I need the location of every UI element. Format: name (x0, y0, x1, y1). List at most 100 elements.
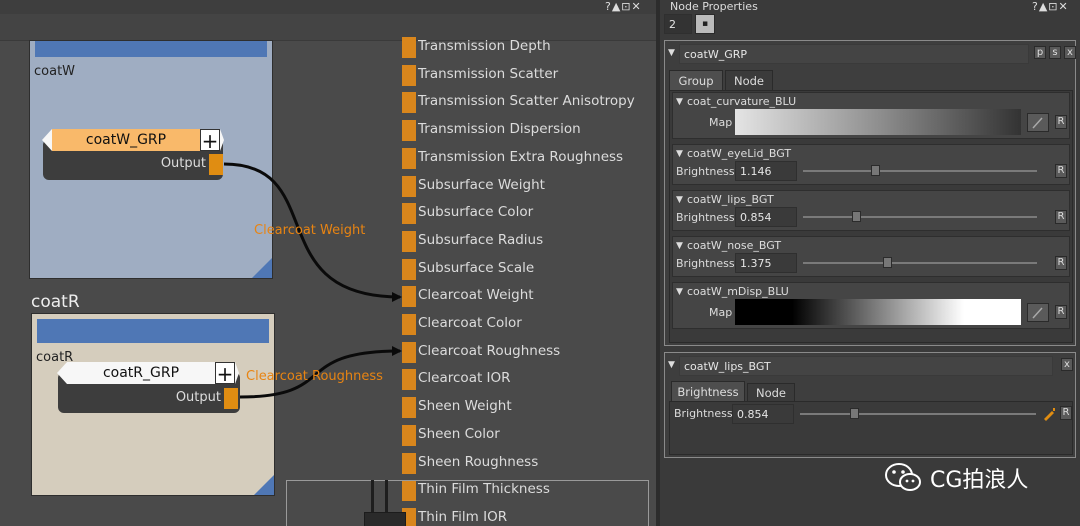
ramp-preview[interactable] (735, 299, 1021, 325)
param-label: Clearcoat Color (418, 315, 522, 331)
param-label: Subsurface Color (418, 204, 534, 221)
section-title: coatW_nose_BGT (687, 239, 782, 252)
max-panels-field[interactable]: 2 (664, 14, 692, 34)
param-label: Subsurface Weight (418, 176, 545, 193)
param-label: Clearcoat Weight (418, 287, 534, 304)
clear-panels-icon[interactable]: ▪ (695, 14, 715, 34)
input-port[interactable] (402, 258, 416, 280)
lips-panel: ▼ coatW_lips_BGT x Brightness Node Brigh… (664, 352, 1076, 458)
collapse-icon[interactable]: ▼ (676, 149, 683, 159)
input-port[interactable] (402, 369, 416, 391)
input-port[interactable] (402, 286, 416, 308)
section-title: coatW_lips_BGT (687, 193, 774, 206)
input-port[interactable] (402, 64, 416, 86)
param-label: Sheen Color (418, 425, 500, 442)
input-port[interactable] (402, 37, 416, 58)
panel-window-icons[interactable]: ?▲⊡✕ (1032, 0, 1069, 13)
connection-label-weight: Clearcoat Weight (254, 223, 366, 238)
tab-brightness[interactable]: Brightness (671, 381, 745, 401)
brightness-field[interactable]: 1.146 (735, 161, 797, 181)
group-name-field[interactable]: coatW_GRP (679, 44, 1029, 64)
collapse-icon[interactable]: ▼ (676, 97, 683, 107)
pin-button[interactable]: p (1034, 46, 1046, 59)
param-label: Transmission Extra Roughness (418, 148, 624, 165)
brightness-slider[interactable] (803, 170, 1037, 172)
node-properties-panel: Node Properties ?▲⊡✕ 2 ▪ ▼ coatW_GRP p s… (656, 0, 1080, 526)
wechat-icon (884, 460, 924, 496)
brush-icon[interactable] (1027, 303, 1049, 322)
brightness-field[interactable]: 0.854 (735, 207, 797, 227)
reset-button[interactable]: R (1055, 210, 1067, 224)
collapse-icon[interactable]: ▼ (668, 360, 675, 370)
section-title: coatW_mDisp_BLU (687, 285, 789, 298)
input-port[interactable] (402, 92, 416, 114)
param-label: Map (709, 116, 733, 129)
param-section: ▼ coatW_nose_BGT Brightness 1.375 R (672, 236, 1070, 277)
input-port[interactable] (402, 230, 416, 252)
param-label: Clearcoat Roughness (418, 342, 561, 359)
collapse-icon[interactable]: ▼ (676, 287, 683, 297)
collapse-icon[interactable]: ▼ (668, 48, 675, 58)
brightness-slider[interactable] (803, 216, 1037, 218)
param-label: Clearcoat IOR (418, 370, 511, 387)
lips-name-field[interactable]: coatW_lips_BGT (679, 356, 1053, 376)
ramp-preview[interactable] (735, 109, 1021, 135)
brightness-slider[interactable] (800, 413, 1036, 415)
section-title: coat_curvature_BLU (687, 95, 797, 108)
param-label: Subsurface Scale (418, 259, 535, 276)
input-port[interactable] (402, 341, 416, 363)
brightness-field[interactable]: 1.375 (735, 253, 797, 273)
close-button[interactable]: x (1061, 358, 1073, 371)
param-label: Brightness (676, 257, 735, 270)
watermark-text: CG拍浪人 (930, 468, 1029, 493)
input-port[interactable] (402, 120, 416, 142)
param-label: Sheen Roughness (418, 453, 539, 470)
param-label: Brightness (676, 211, 735, 224)
input-port[interactable] (402, 452, 416, 474)
partial-wire (385, 480, 388, 512)
tab-node[interactable]: Node (725, 70, 773, 90)
brightness-slider[interactable] (803, 262, 1037, 264)
param-label: Brightness (676, 165, 735, 178)
connection-label-roughness: Clearcoat Roughness (246, 369, 383, 384)
lips-params: Brightness 0.854 R (669, 401, 1073, 455)
partial-node[interactable] (364, 512, 406, 526)
reset-button[interactable]: R (1060, 406, 1072, 420)
slider-handle[interactable] (883, 257, 892, 268)
param-label: Brightness (674, 407, 733, 420)
input-port[interactable] (402, 175, 416, 197)
input-port[interactable] (402, 424, 416, 446)
close-button[interactable]: x (1064, 46, 1076, 59)
slider-handle[interactable] (850, 408, 859, 419)
param-label: Sheen Weight (418, 398, 512, 415)
tab-node[interactable]: Node (747, 383, 795, 401)
section-title: coatW_eyeLid_BGT (687, 147, 792, 160)
tab-group[interactable]: Group (669, 70, 723, 90)
input-port[interactable] (402, 314, 416, 335)
reset-button[interactable]: R (1055, 115, 1067, 129)
brightness-field[interactable]: 0.854 (732, 404, 794, 424)
collapse-icon[interactable]: ▼ (676, 195, 683, 205)
select-button[interactable]: s (1049, 46, 1061, 59)
pencil-icon[interactable] (1042, 406, 1056, 421)
reset-button[interactable]: R (1055, 305, 1067, 319)
param-section: ▼ coat_curvature_BLU Map R (672, 92, 1070, 139)
param-section: ▼ coatW_mDisp_BLU Map R (672, 282, 1070, 329)
brush-icon[interactable] (1027, 113, 1049, 132)
input-port[interactable] (402, 147, 416, 169)
node-graph-panel[interactable]: ?▲⊡✕ coatW coatR coatR coatW_GRP + Outpu… (0, 0, 656, 526)
param-label: Subsurface Radius (418, 231, 544, 248)
group-panel: ▼ coatW_GRP p s x Group Node ▼ coat_curva… (664, 40, 1076, 346)
param-section: ▼ coatW_lips_BGT Brightness 0.854 R (672, 190, 1070, 231)
slider-handle[interactable] (852, 211, 861, 222)
input-port[interactable] (402, 397, 416, 419)
slider-handle[interactable] (871, 165, 880, 176)
param-section: ▼ coatW_eyeLid_BGT Brightness 1.146 R (672, 144, 1070, 185)
input-port[interactable] (402, 203, 416, 225)
reset-button[interactable]: R (1055, 164, 1067, 178)
group-sections: ▼ coat_curvature_BLU Map R ▼ coatW_eyeLid_BGT… (669, 90, 1073, 343)
param-label: Transmission Scatter Anisotropy (418, 93, 635, 110)
collapse-icon[interactable]: ▼ (676, 241, 683, 251)
reset-button[interactable]: R (1055, 256, 1067, 270)
param-label: Transmission Depth (418, 38, 551, 54)
